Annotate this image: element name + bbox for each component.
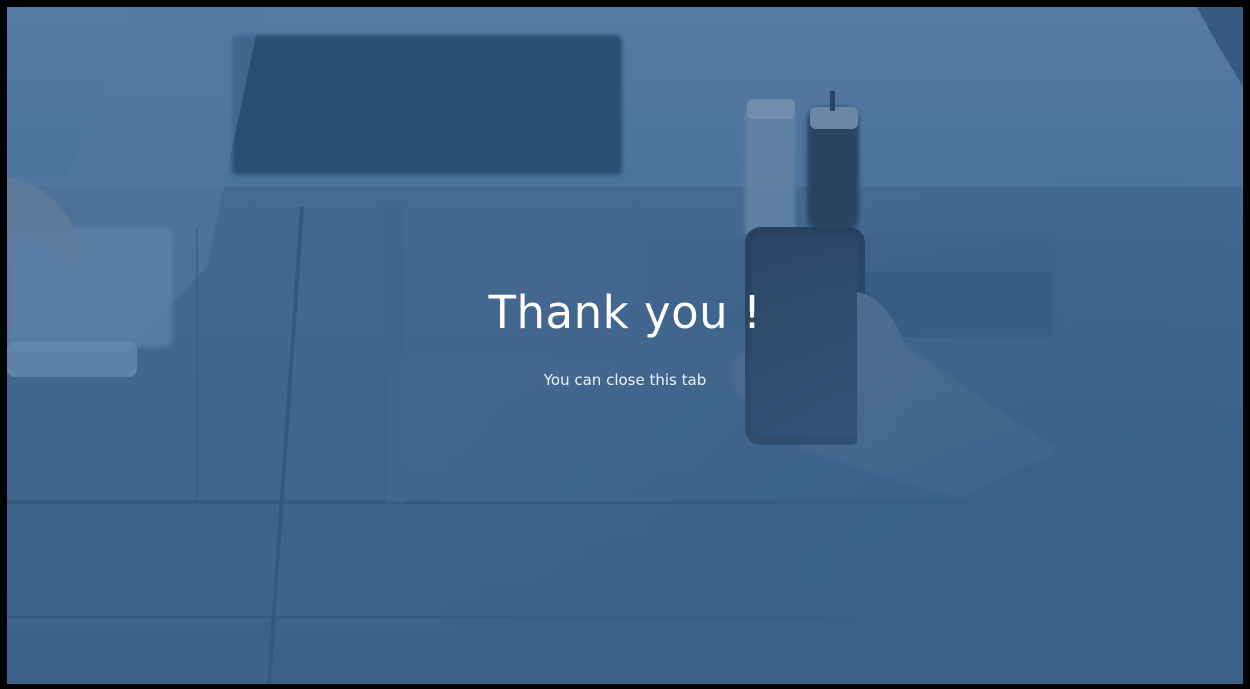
close-tab-instruction: You can close this tab [543,371,707,389]
page-title: Thank you ! [488,286,762,339]
thank-you-message: Thank you ! You can close this tab [7,7,1243,684]
page-frame: Thank you ! You can close this tab [7,7,1243,684]
